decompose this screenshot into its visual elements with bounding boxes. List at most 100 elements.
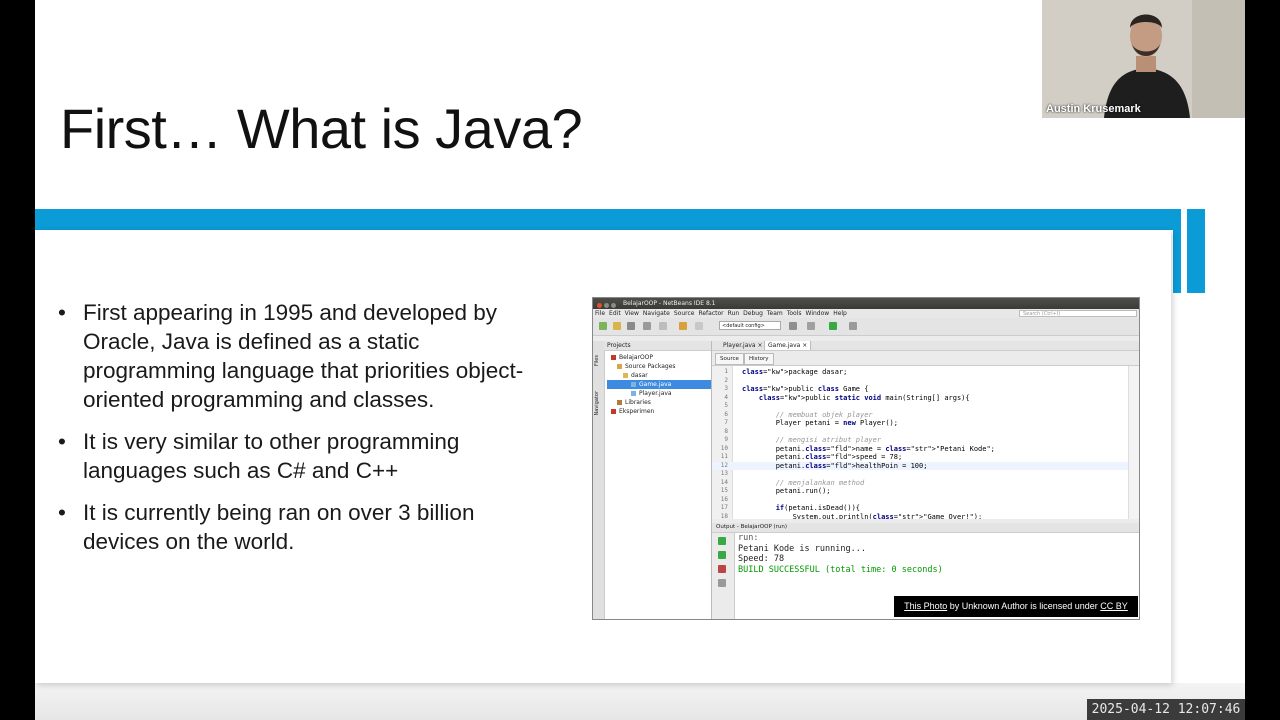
output-line: run: — [738, 533, 759, 543]
tree-item-selected: Game.java — [607, 380, 711, 389]
code-text: // membuat objek player — [742, 410, 873, 419]
tab-game-java: Game.java × — [764, 341, 812, 350]
rerun-icon — [718, 551, 726, 559]
package-icon — [623, 373, 628, 378]
code-text: class="kw">public class Game { — [742, 385, 869, 393]
code-line: 17 if(petani.isDead()){ — [712, 504, 1129, 513]
line-number: 6 — [724, 410, 728, 418]
tree-item: Player.java — [607, 389, 711, 398]
code-text: Player petani = new Player(); — [742, 419, 898, 427]
code-line: 10 petani.class="fld">name = class="str"… — [712, 445, 1129, 454]
history-button: History — [744, 353, 774, 365]
package-folder-icon — [617, 364, 622, 369]
code-text: petani.run(); — [742, 487, 831, 495]
project-tree: BelajarOOP Source Packages dasar Game.ja… — [607, 353, 711, 416]
code-line: 12 petani.class="fld">healthPoin = 100; — [712, 461, 1129, 470]
line-number: 13 — [720, 470, 728, 477]
project-icon — [611, 409, 616, 414]
line-number: 16 — [720, 495, 728, 503]
stop-icon — [718, 565, 726, 573]
tree-item: BelajarOOP — [607, 353, 711, 362]
files-side-tab: Files — [594, 355, 600, 366]
code-line: 2 — [712, 377, 1129, 386]
projects-tab: Projects — [604, 341, 711, 351]
line-number: 10 — [720, 444, 728, 452]
config-select: <default config> — [719, 321, 781, 330]
output-header: Output - BelajarOOP (run) — [712, 523, 1139, 533]
debug-icon — [849, 322, 857, 330]
line-number: 18 — [720, 512, 728, 520]
line-number: 1 — [724, 368, 728, 375]
editor-tabs: Player.java × Game.java × — [712, 341, 1139, 351]
timestamp: 2025-04-12 12:07:46 — [1087, 699, 1245, 720]
redo-icon — [695, 322, 703, 330]
editor-toolbar: Source History — [712, 351, 1139, 366]
webcam-feed: Austin Krusemark — [1042, 0, 1245, 118]
code-text: petani.class="fld">name = class="str">"P… — [742, 444, 995, 453]
code-line: 16 — [712, 496, 1129, 505]
libraries-icon — [617, 400, 622, 405]
accent-vertical-bar — [1187, 209, 1205, 293]
tree-item: Eksperimen — [607, 407, 711, 416]
slide-title: First… What is Java? — [60, 97, 583, 160]
line-number: 17 — [720, 504, 728, 511]
clean-build-icon — [807, 322, 815, 330]
build-icon — [789, 322, 797, 330]
open-icon — [627, 322, 635, 330]
line-number: 15 — [720, 487, 728, 494]
code-text: petani.class="fld">healthPoin = 100; — [742, 461, 928, 470]
code-line: 18 System.out.println(class="str">"Game … — [712, 513, 1129, 520]
run-icon — [829, 322, 837, 330]
code-text: petani.class="fld">speed = 78; — [742, 453, 903, 461]
bullet-item: • It is very similar to other programming… — [58, 429, 460, 483]
ide-search-box: Search (Ctrl+I) — [1019, 310, 1137, 317]
participant-name: Austin Krusemark — [1046, 103, 1141, 115]
line-number: 4 — [724, 393, 728, 401]
code-line: 3 class="kw">public class Game { — [712, 385, 1129, 394]
code-line: 15 petani.run(); — [712, 487, 1129, 496]
output-toolbar — [712, 533, 735, 619]
tree-item: dasar — [607, 371, 711, 380]
license-link[interactable]: CC BY — [1100, 601, 1128, 611]
bullet-list: • First appearing in 1995 and developed b… — [55, 298, 525, 569]
line-number: 11 — [720, 453, 728, 460]
webcam-person-image — [1042, 0, 1245, 118]
tree-item: Source Packages — [607, 362, 711, 371]
rerun-icon — [718, 537, 726, 545]
code-line: 14 // menjalankan method — [712, 479, 1129, 488]
photo-link[interactable]: This Photo — [904, 601, 947, 611]
photo-credit: This Photo by Unknown Author is licensed… — [894, 596, 1138, 617]
ide-menubar: File Edit View Navigate Source Refactor Run Deb… — [593, 309, 1139, 318]
slide-shadow — [35, 683, 1245, 720]
ide-titlebar: BelajarOOP - NetBeans IDE 8.1 — [593, 298, 1139, 309]
line-number: 14 — [720, 478, 728, 486]
code-text: class="kw">package dasar; — [742, 368, 848, 376]
line-number: 8 — [724, 427, 728, 435]
settings-icon — [718, 579, 726, 587]
code-text: if(petani.isDead()){ — [775, 504, 861, 512]
java-file-icon — [631, 382, 636, 387]
navigator-side-tab: Navigator — [594, 391, 600, 416]
accent-bar — [35, 209, 1173, 230]
editor-scrollbar — [1128, 366, 1139, 519]
bullet-icon: • — [58, 429, 66, 454]
bullet-item: • First appearing in 1995 and developed b… — [58, 300, 524, 412]
code-line: 11 petani.class="fld">speed = 78; — [712, 453, 1129, 462]
java-file-icon — [631, 391, 636, 396]
line-number: 7 — [724, 419, 728, 426]
code-editor: 1 class="kw">package dasar; 2 3 class="kw">p… — [712, 366, 1129, 519]
code-line: 6 // membuat objek player — [712, 411, 1129, 420]
output-line: BUILD SUCCESSFUL (total time: 0 seconds) — [738, 564, 943, 575]
ide-toolbar: <default config> — [593, 318, 1139, 336]
code-line: 4 class="kw">public static void main(Str… — [712, 394, 1129, 403]
new-project-icon — [599, 322, 607, 330]
code-line: 7 Player petani = new Player(); — [712, 419, 1129, 428]
code-text: System.out.println(class="str">"Game Ove… — [742, 512, 983, 520]
source-button: Source — [715, 353, 744, 365]
bullet-icon: • — [58, 300, 66, 325]
undo-icon — [679, 322, 687, 330]
bullet-icon: • — [58, 500, 66, 525]
code-line: 13 — [712, 470, 1129, 479]
code-text: // mengisi atribut player — [742, 436, 882, 444]
cut-icon — [659, 322, 667, 330]
